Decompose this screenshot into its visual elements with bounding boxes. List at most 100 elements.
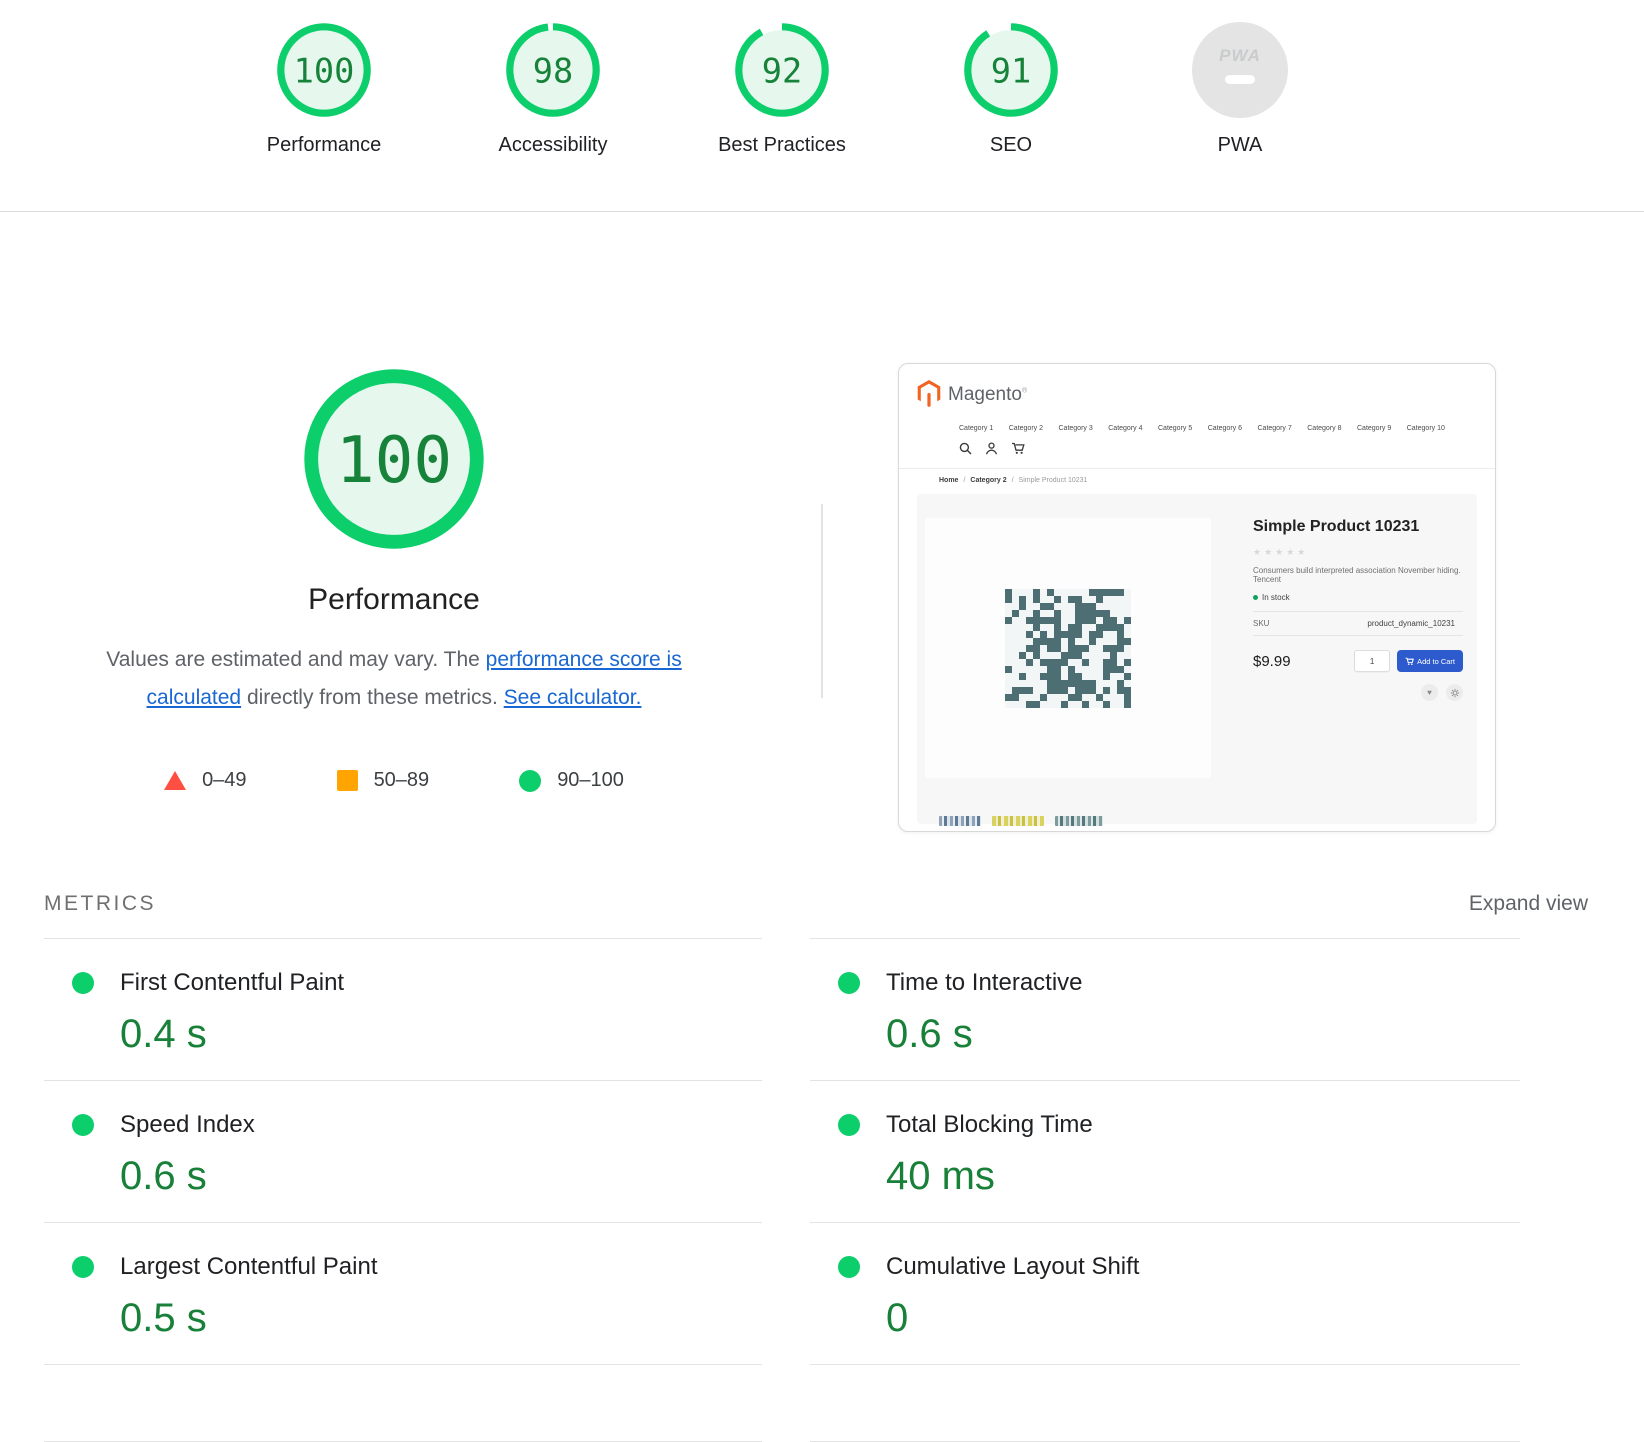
metric-pass-dot	[838, 1256, 860, 1278]
product-image-box	[925, 518, 1211, 778]
product-panel: Simple Product 10231 ★★★★★ Consumers bui…	[917, 494, 1477, 824]
final-screenshot-thumbnail: Magento® Category 1Category 2Category 3C…	[898, 363, 1496, 832]
metric-row-largest-contentful-paint: Largest Contentful Paint0.5 s	[44, 1222, 762, 1364]
metrics-heading: METRICS	[44, 892, 156, 916]
gallery-thumbnail	[1055, 816, 1103, 826]
metric-name: Total Blocking Time	[886, 1111, 1093, 1139]
vertical-divider	[821, 504, 823, 698]
svg-text:100: 100	[294, 51, 355, 90]
legend-triangle-icon	[164, 771, 186, 790]
metrics-header: METRICS Expand view	[44, 892, 1600, 916]
expand-view-link[interactable]: Expand view	[1469, 892, 1588, 916]
see-calculator-link[interactable]: See calculator.	[504, 686, 642, 709]
legend-range: 50–89	[374, 769, 430, 792]
category-nav-item: Category 3	[1059, 425, 1093, 432]
gauge-label: Accessibility	[499, 134, 608, 157]
score-disclaimer: Values are estimated and may vary. The p…	[64, 641, 724, 717]
metric-pass-dot	[72, 1256, 94, 1278]
legend-item: 50–89	[337, 769, 430, 792]
product-details: Simple Product 10231 ★★★★★ Consumers bui…	[1253, 518, 1463, 824]
product-title: Simple Product 10231	[1253, 518, 1463, 536]
product-image	[1005, 589, 1131, 708]
score-legend: 0–49 50–89 90–100	[44, 769, 744, 792]
legend-item: 0–49	[164, 769, 247, 792]
svg-text:100: 100	[336, 423, 452, 498]
metric-row-first-contentful-paint: First Contentful Paint0.4 s	[44, 938, 762, 1080]
breadcrumb: Home / Category 2 / Simple Product 10231	[939, 477, 1495, 484]
metric-value: 0	[886, 1296, 1520, 1341]
gallery-thumbnails	[939, 816, 1103, 826]
summary-gauge-best-practices[interactable]: 92 Best Practices	[692, 22, 872, 157]
category-nav-item: Category 7	[1258, 425, 1292, 432]
category-nav-item: Category 2	[1009, 425, 1043, 432]
metric-value: 40 ms	[886, 1154, 1520, 1199]
magento-logo: Magento®	[917, 380, 1495, 412]
metric-pass-dot	[72, 972, 94, 994]
breadcrumb-separator: /	[963, 477, 965, 484]
gallery-thumbnail	[939, 816, 981, 826]
score-summary-bar: 100 Performance 98 Accessibility 92 Best…	[0, 0, 1644, 212]
breadcrumb-separator: /	[1012, 477, 1014, 484]
sku-row: SKU product_dynamic_10231	[1253, 611, 1463, 636]
metric-row-total-blocking-time: Total Blocking Time 40 ms	[810, 1080, 1520, 1222]
metric-pass-dot	[72, 1114, 94, 1136]
header-divider	[899, 468, 1495, 469]
wishlist-heart-icon: ♥	[1421, 684, 1438, 701]
metrics-bottom-divider	[810, 1364, 1520, 1442]
metric-pass-dot	[838, 972, 860, 994]
metric-value: 0.5 s	[120, 1296, 762, 1341]
score-gauge-ring: 91	[963, 22, 1059, 118]
in-stock-dot	[1253, 595, 1258, 600]
quantity-field: 1	[1354, 650, 1390, 672]
disclaimer-text: directly from these metrics.	[241, 686, 504, 709]
legend-range: 90–100	[557, 769, 624, 792]
summary-gauge-performance[interactable]: 100 Performance	[234, 22, 414, 157]
metric-name: Speed Index	[120, 1111, 255, 1139]
magento-logo-icon	[917, 380, 941, 412]
category-nav-item: Category 10	[1407, 425, 1445, 432]
product-price: $9.99	[1253, 653, 1291, 670]
gauge-label: Best Practices	[718, 134, 846, 157]
metric-value: 0.6 s	[120, 1154, 762, 1199]
performance-score-column: 100 Performance Values are estimated and…	[44, 212, 744, 792]
sku-value: product_dynamic_10231	[1367, 619, 1455, 628]
legend-range: 0–49	[202, 769, 247, 792]
performance-section: 100 Performance Values are estimated and…	[44, 212, 1520, 884]
sku-label: SKU	[1253, 619, 1269, 628]
svg-text:92: 92	[762, 51, 802, 90]
category-nav-item: Category 1	[959, 425, 993, 432]
score-gauge-row: 100 Performance 98 Accessibility 92 Best…	[0, 0, 1564, 157]
svg-text:98: 98	[533, 51, 573, 90]
score-gauge-ring: 92	[734, 22, 830, 118]
metric-row-time-to-interactive: Time to Interactive0.6 s	[810, 938, 1520, 1080]
svg-text:91: 91	[991, 51, 1031, 90]
search-icon	[959, 442, 972, 460]
rating-stars: ★★★★★	[1253, 547, 1463, 558]
category-nav-item: Category 8	[1307, 425, 1341, 432]
add-to-cart-button: Add to Cart	[1397, 650, 1463, 672]
category-nav-item: Category 4	[1108, 425, 1142, 432]
summary-gauge-accessibility[interactable]: 98 Accessibility	[463, 22, 643, 157]
metrics-bottom-divider	[44, 1364, 762, 1442]
secondary-actions: ♥	[1253, 684, 1463, 701]
product-description: Consumers build interpreted association …	[1253, 566, 1463, 584]
disclaimer-text: Values are estimated and may vary. The	[106, 648, 485, 671]
category-nav: Category 1 Category 2 Category 3 Category 4…	[959, 425, 1445, 432]
legend-square-icon	[337, 770, 358, 791]
stock-status: In stock	[1253, 593, 1463, 602]
gauge-label: PWA	[1218, 134, 1263, 157]
category-nav-item: Category 5	[1158, 425, 1192, 432]
category-nav-item: Category 9	[1357, 425, 1391, 432]
gauge-label: SEO	[990, 134, 1032, 157]
breadcrumb-home: Home	[939, 477, 958, 484]
gear-icon	[1446, 684, 1463, 701]
metric-name: Time to Interactive	[886, 969, 1083, 997]
gauge-label: Performance	[267, 134, 382, 157]
metric-name: First Contentful Paint	[120, 969, 344, 997]
legend-circle-icon	[519, 770, 541, 792]
legend-item: 90–100	[519, 769, 624, 792]
summary-gauge-seo[interactable]: 91 SEO	[921, 22, 1101, 157]
magento-logo-text: Magento®	[948, 384, 1027, 406]
summary-gauge-pwa[interactable]: PWAPWA	[1150, 22, 1330, 157]
performance-gauge: 100	[302, 367, 486, 551]
